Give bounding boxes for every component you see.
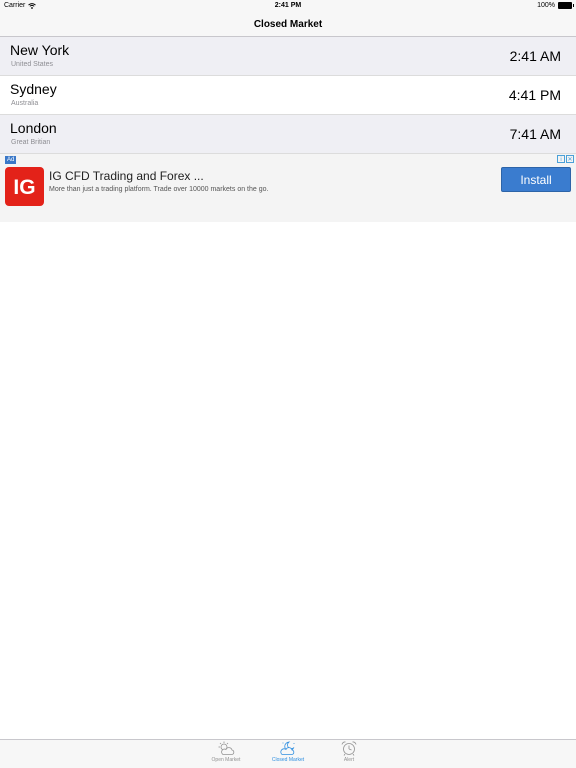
ad-banner[interactable]: Ad i ✕ IG IG CFD Trading and Forex ... M… (0, 154, 576, 222)
battery-icon (558, 2, 574, 9)
tab-closed-market[interactable]: Closed Market (258, 740, 318, 768)
tab-open-market[interactable]: Open Market (196, 740, 256, 768)
ig-logo[interactable]: IG (5, 167, 44, 206)
status-bar: Carrier 2:41 PM 100% (0, 0, 576, 12)
svg-text:IG: IG (13, 176, 35, 199)
country-name: United States (11, 61, 54, 68)
country-name: Australia (11, 100, 39, 107)
ad-choices[interactable]: i ✕ (557, 155, 574, 163)
tab-label: Alert (343, 757, 355, 763)
status-time: 2:41 PM (274, 2, 302, 9)
tab-alert[interactable]: Alert (319, 740, 379, 768)
ad-info-icon[interactable]: i (557, 155, 565, 163)
market-row-new-york[interactable]: New York United States 2:41 AM (0, 37, 576, 76)
city-name: London (10, 120, 57, 136)
city-name: New York (10, 42, 70, 58)
alarm-clock-icon (341, 741, 357, 756)
market-time: 2:41 AM (509, 48, 561, 64)
market-list: New York United States 2:41 AM Sydney Au… (0, 37, 576, 154)
country-name: Great Britian (11, 139, 51, 146)
ad-close-icon[interactable]: ✕ (566, 155, 574, 163)
ad-title[interactable]: IG CFD Trading and Forex ... (49, 169, 204, 183)
tab-bar: Open Market Closed Market Alert (0, 739, 576, 768)
status-battery: 100% (537, 2, 574, 9)
ad-description: More than just a trading platform. Trade… (49, 186, 269, 193)
market-row-london[interactable]: London Great Britian 7:41 AM (0, 115, 576, 154)
page-title: Closed Market (253, 18, 323, 30)
market-row-sydney[interactable]: Sydney Australia 4:41 PM (0, 76, 576, 115)
market-time: 7:41 AM (509, 126, 561, 142)
market-time: 4:41 PM (508, 87, 561, 103)
navigation-bar: Closed Market (0, 12, 576, 37)
moon-cloud-icon (280, 741, 295, 755)
tab-label: Open Market (211, 757, 241, 763)
ad-badge: Ad (5, 156, 17, 164)
ig-logo-mark: IG (13, 176, 35, 199)
install-button[interactable]: Install (501, 167, 571, 192)
tab-label: Closed Market (271, 757, 305, 763)
battery-percent: 100% (537, 2, 555, 9)
sun-cloud-icon (218, 741, 235, 755)
city-name: Sydney (10, 81, 57, 97)
